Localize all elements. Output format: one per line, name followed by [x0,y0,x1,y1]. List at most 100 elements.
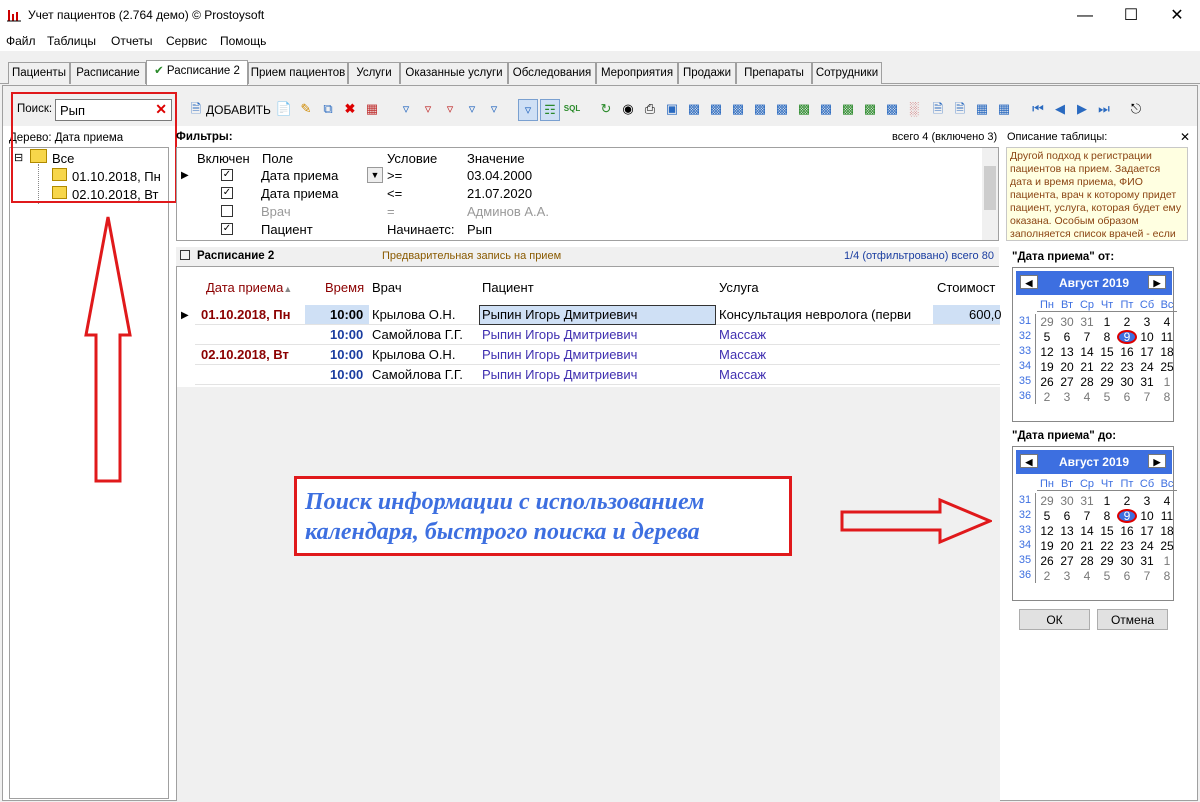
exit-icon[interactable]: ⎋ [1126,99,1146,121]
table-row[interactable]: 10:00 Самойлова Г.Г. Рыпин Игорь Дмитрие… [195,365,1000,385]
minimize-button[interactable]: — [1062,0,1108,31]
calendar-day[interactable]: 21 [1077,539,1097,553]
calendar-day[interactable]: 4 [1157,315,1177,329]
doc-icon[interactable]: 🗎 [928,99,948,121]
delete-icon[interactable]: ✖ [340,99,360,121]
calendar-day[interactable]: 1 [1157,375,1177,389]
calendar-day[interactable]: 19 [1037,360,1057,374]
filter-enabled-checkbox[interactable]: ✓ [221,169,233,181]
sql-icon[interactable]: SQL [562,99,582,121]
col-patient[interactable]: Пациент [482,280,534,295]
calendar-day[interactable]: 31 [1137,554,1157,568]
calendar-day[interactable]: 28 [1077,375,1097,389]
calendar-day[interactable]: 22 [1097,360,1117,374]
export-4-icon[interactable]: ▩ [750,99,770,121]
filter-field[interactable]: Врач [261,204,291,219]
calendar-day[interactable]: 31 [1137,375,1157,389]
export-icon[interactable]: ▩ [684,99,704,121]
calendar-day[interactable]: 23 [1117,539,1137,553]
calendar-day[interactable]: 2 [1117,315,1137,329]
calendar-day[interactable]: 24 [1137,539,1157,553]
calendar-day[interactable]: 16 [1117,524,1137,538]
calendar-day[interactable]: 11 [1157,509,1177,523]
calendar-day[interactable]: 25 [1157,539,1177,553]
tab-rendered-services[interactable]: Оказанные услуги [400,62,508,84]
calendar-day[interactable]: 11 [1157,330,1177,344]
export-6-icon[interactable]: ▩ [838,99,858,121]
calendar-day[interactable]: 29 [1037,494,1057,508]
calendar-day[interactable]: 29 [1097,554,1117,568]
calendar-day[interactable]: 1 [1097,315,1117,329]
calendar-day[interactable]: 3 [1057,390,1077,404]
calendar-day[interactable]: 6 [1057,330,1077,344]
export-2-icon[interactable]: ▩ [706,99,726,121]
table-2-icon[interactable]: ▦ [994,99,1014,121]
calendar-day[interactable]: 26 [1037,554,1057,568]
export-8-icon[interactable]: ▩ [882,99,902,121]
calendar-day[interactable]: 8 [1157,569,1177,583]
calendar-day[interactable]: 6 [1117,569,1137,583]
export-3-icon[interactable]: ▩ [728,99,748,121]
calendar-day[interactable]: 27 [1057,375,1077,389]
calendar-day[interactable]: 30 [1057,494,1077,508]
calendar-day[interactable]: 3 [1137,494,1157,508]
calendar-day[interactable]: 24 [1137,360,1157,374]
calendar-day[interactable]: 26 [1037,375,1057,389]
calendar-day[interactable]: 15 [1097,524,1117,538]
filter-clear-icon[interactable]: ▿ [440,99,460,121]
calendar-day[interactable]: 1 [1097,494,1117,508]
filter-remove-icon[interactable]: ▿ [418,99,438,121]
calendar-day[interactable]: 13 [1057,345,1077,359]
calendar-day[interactable]: 10 [1137,509,1157,523]
filter-value[interactable]: 21.07.2020 [467,186,532,201]
excel-export-icon[interactable]: ▩ [794,99,814,121]
last-record-icon[interactable]: ⏭ [1094,99,1114,121]
tab-staff[interactable]: Сотрудники [812,62,882,84]
table-row[interactable]: 10:00 Самойлова Г.Г. Рыпин Игорь Дмитрие… [195,325,1000,345]
calendar-day[interactable]: 29 [1037,315,1057,329]
calendar-day[interactable]: 9 [1117,330,1137,344]
first-record-icon[interactable]: ⏮ [1028,99,1048,121]
col-doctor[interactable]: Врач [372,280,402,295]
col-service[interactable]: Услуга [719,280,759,295]
tab-sales[interactable]: Продажи [678,62,736,84]
tab-drugs[interactable]: Препараты [736,62,812,84]
table-icon[interactable]: ▦ [972,99,992,121]
filter-add-icon[interactable]: ▿ [462,99,482,121]
export-7-icon[interactable]: ▩ [860,99,880,121]
calendar-day[interactable]: 5 [1097,390,1117,404]
calendar-day[interactable]: 17 [1137,524,1157,538]
calendar-day[interactable]: 3 [1137,315,1157,329]
calendar-day[interactable]: 14 [1077,345,1097,359]
tab-schedule-2[interactable]: ✔ Расписание 2 [146,60,248,85]
calendar-day[interactable]: 4 [1077,390,1097,404]
calendar-day[interactable]: 10 [1137,330,1157,344]
calendar-day[interactable]: 5 [1037,330,1057,344]
filter-icon[interactable]: ▿ [396,99,416,121]
filter-enabled-checkbox[interactable]: ✓ [221,223,233,235]
calendar-day[interactable]: 30 [1057,315,1077,329]
calendar-day[interactable]: 18 [1157,345,1177,359]
prev-record-icon[interactable]: ◀ [1050,99,1070,121]
filter-value[interactable]: Админов А.А. [467,204,549,219]
filter-enabled-checkbox[interactable] [221,205,233,217]
calendar-day[interactable]: 5 [1037,509,1057,523]
menu-help[interactable]: Помощь [220,34,266,48]
col-date[interactable]: Дата приема▲ [206,280,292,295]
filters-scrollbar[interactable] [982,148,998,240]
delete-all-icon[interactable]: ▦ [362,99,382,121]
tab-patients[interactable]: Пациенты [8,62,70,84]
word-export-icon[interactable]: ▩ [772,99,792,121]
col-time[interactable]: Время [325,280,364,295]
filter-value[interactable]: 03.04.2000 [467,168,532,183]
calendar-day[interactable]: 7 [1137,390,1157,404]
filter-condition[interactable]: <= [387,186,402,201]
calendar-day[interactable]: 21 [1077,360,1097,374]
add-button[interactable]: ДОБАВИТЬ [206,103,271,117]
calendar-day[interactable]: 25 [1157,360,1177,374]
cancel-button[interactable]: Отмена [1097,609,1168,630]
next-record-icon[interactable]: ▶ [1072,99,1092,121]
calendar-day[interactable]: 12 [1037,345,1057,359]
calendar-day[interactable]: 15 [1097,345,1117,359]
next-month-icon[interactable]: ▶ [1148,454,1166,468]
